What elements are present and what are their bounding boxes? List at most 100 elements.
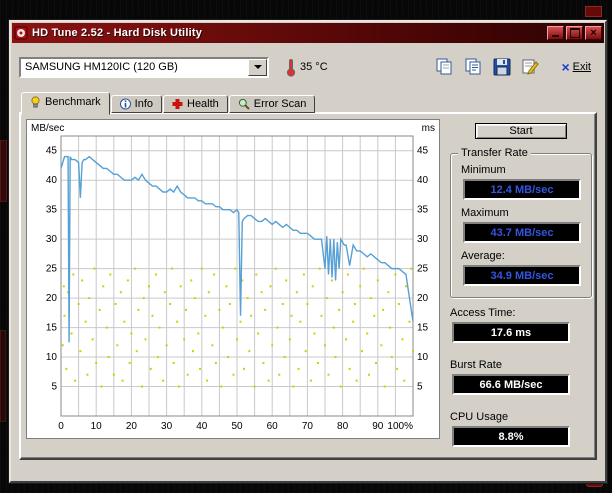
save-button[interactable] — [492, 57, 512, 77]
titlebar[interactable]: HD Tune 2.52 - Hard Disk Utility × — [12, 23, 604, 43]
window-title: HD Tune 2.52 - Hard Disk Utility — [32, 27, 543, 39]
svg-text:100%: 100% — [387, 421, 413, 432]
svg-text:50: 50 — [231, 421, 243, 432]
minimum-label: Minimum — [461, 164, 581, 176]
tab-health-label: Health — [187, 98, 219, 110]
options-button[interactable] — [520, 57, 541, 77]
svg-text:0: 0 — [58, 421, 64, 432]
copy-image-button[interactable] — [434, 57, 455, 77]
svg-text:15: 15 — [417, 323, 429, 334]
results-panel: Start Transfer Rate Minimum 12.4 MB/sec … — [440, 119, 592, 453]
wallpaper-accent — [585, 6, 602, 17]
hdtune-window: HD Tune 2.52 - Hard Disk Utility × SAMSU… — [9, 20, 607, 483]
svg-text:45: 45 — [46, 146, 58, 157]
tab-error-scan[interactable]: Error Scan — [229, 95, 316, 113]
svg-text:MB/sec: MB/sec — [31, 123, 64, 134]
drive-select[interactable]: SAMSUNG HM120IC (120 GB) — [19, 57, 269, 78]
tab-info[interactable]: Info — [111, 95, 162, 113]
access-time-value: 17.6 ms — [491, 327, 531, 339]
svg-text:90: 90 — [372, 421, 384, 432]
burst-rate-value-box: 66.6 MB/sec — [452, 374, 570, 395]
svg-text:70: 70 — [302, 421, 314, 432]
access-time-label: Access Time: — [450, 307, 592, 319]
transfer-rate-group-label: Transfer Rate — [458, 147, 531, 159]
access-time-section: Access Time: 17.6 ms — [450, 307, 592, 350]
tab-health[interactable]: Health — [163, 95, 228, 113]
start-button[interactable]: Start — [475, 123, 567, 139]
benchmark-panel: 5 5 10 10 15 15 20 20 25 25 30 30 35 35 40 40 45 45 0 10 20 3… — [19, 112, 597, 460]
svg-text:10: 10 — [46, 352, 58, 363]
maximum-value-box: 43.7 MB/sec — [463, 222, 581, 243]
drive-select-value: SAMSUNG HM120IC (120 GB) — [25, 61, 178, 73]
average-value-box: 34.9 MB/sec — [463, 265, 581, 286]
svg-text:5: 5 — [51, 382, 57, 393]
benchmark-chart-frame: 5 5 10 10 15 15 20 20 25 25 30 30 35 35 40 40 45 45 0 10 20 3… — [26, 119, 440, 439]
app-icon — [14, 26, 28, 40]
wallpaper-accent — [0, 140, 7, 202]
average-value: 34.9 MB/sec — [491, 270, 554, 282]
svg-text:35: 35 — [46, 205, 58, 216]
desktop-background: HD Tune 2.52 - Hard Disk Utility × SAMSU… — [0, 0, 612, 493]
exit-label: Exit — [573, 61, 591, 73]
svg-text:20: 20 — [46, 293, 58, 304]
exit-x-icon: × — [561, 61, 569, 73]
info-icon — [120, 98, 131, 110]
svg-text:10: 10 — [417, 352, 429, 363]
svg-text:30: 30 — [417, 234, 429, 245]
average-label: Average: — [461, 250, 581, 262]
close-button[interactable]: × — [585, 26, 602, 40]
svg-text:80: 80 — [337, 421, 349, 432]
svg-text:ms: ms — [422, 123, 435, 134]
minimum-value: 12.4 MB/sec — [491, 184, 554, 196]
minimum-value-box: 12.4 MB/sec — [463, 179, 581, 200]
svg-text:40: 40 — [46, 175, 58, 186]
svg-text:40: 40 — [196, 421, 208, 432]
access-time-value-box: 17.6 ms — [452, 322, 570, 343]
svg-text:60: 60 — [267, 421, 279, 432]
temperature-value: 35 °C — [300, 61, 328, 73]
maximum-label: Maximum — [461, 207, 581, 219]
svg-text:10: 10 — [91, 421, 103, 432]
svg-text:15: 15 — [46, 323, 58, 334]
svg-text:25: 25 — [46, 264, 58, 275]
minimize-button[interactable] — [547, 26, 564, 40]
tab-benchmark-label: Benchmark — [45, 96, 101, 108]
cpu-usage-value-box: 8.8% — [452, 426, 570, 447]
copy-text-icon — [464, 58, 483, 76]
health-cross-icon — [172, 98, 183, 110]
maximize-button[interactable] — [566, 26, 583, 40]
cpu-usage-section: CPU Usage 8.8% — [450, 411, 592, 454]
svg-text:20: 20 — [417, 293, 429, 304]
copy-image-icon — [435, 58, 454, 76]
copy-text-button[interactable] — [463, 57, 484, 77]
svg-text:35: 35 — [417, 205, 429, 216]
transfer-rate-group: Transfer Rate Minimum 12.4 MB/sec Maximu… — [450, 153, 592, 298]
magnifier-icon — [238, 98, 250, 110]
tab-error-scan-label: Error Scan — [254, 98, 307, 110]
svg-text:45: 45 — [417, 146, 429, 157]
svg-text:5: 5 — [417, 382, 423, 393]
tab-benchmark[interactable]: Benchmark — [21, 92, 110, 115]
tab-info-label: Info — [135, 98, 153, 110]
svg-text:30: 30 — [161, 421, 173, 432]
maximum-value: 43.7 MB/sec — [491, 227, 554, 239]
cpu-usage-label: CPU Usage — [450, 411, 592, 423]
exit-button[interactable]: × Exit — [555, 60, 597, 74]
thermometer-icon — [285, 58, 297, 77]
toolbar: SAMSUNG HM120IC (120 GB) 35 °C — [19, 54, 597, 80]
save-icon — [493, 58, 511, 76]
burst-rate-value: 66.6 MB/sec — [480, 379, 543, 391]
svg-text:20: 20 — [126, 421, 138, 432]
benchmark-icon — [30, 96, 41, 108]
combo-dropdown-button[interactable] — [248, 59, 267, 76]
burst-rate-label: Burst Rate — [450, 359, 592, 371]
svg-text:30: 30 — [46, 234, 58, 245]
tab-strip: Benchmark Info — [19, 90, 597, 113]
cpu-usage-value: 8.8% — [498, 431, 523, 443]
options-icon — [521, 58, 540, 76]
svg-text:25: 25 — [417, 264, 429, 275]
wallpaper-accent — [0, 330, 6, 422]
benchmark-chart: 5 5 10 10 15 15 20 20 25 25 30 30 35 35 40 40 45 45 0 10 20 3… — [27, 120, 439, 438]
burst-rate-section: Burst Rate 66.6 MB/sec — [450, 359, 592, 402]
svg-text:40: 40 — [417, 175, 429, 186]
